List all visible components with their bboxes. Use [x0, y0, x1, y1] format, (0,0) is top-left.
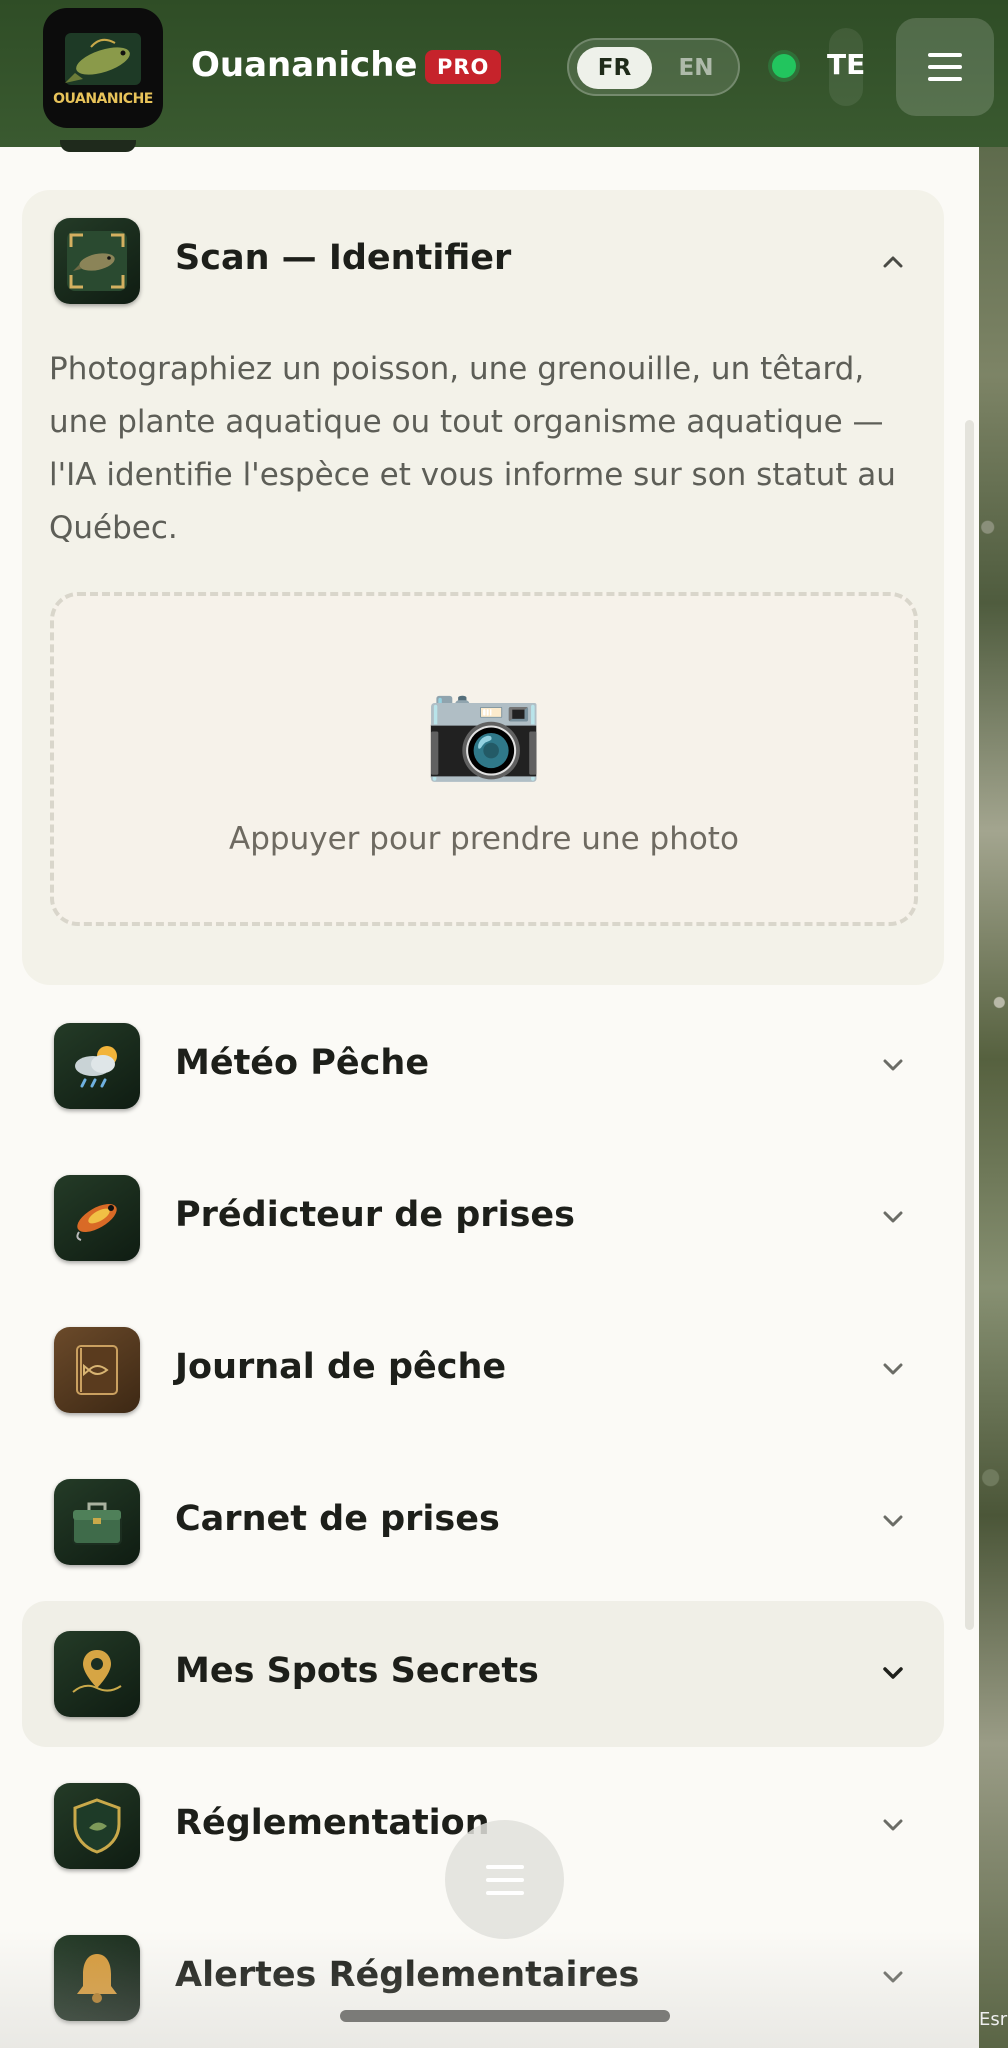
lang-option-fr[interactable]: FR: [577, 47, 652, 89]
hamburger-icon-bar: [485, 1890, 524, 1895]
menu-item-label: Alertes Réglementaires: [175, 1955, 640, 1995]
home-indicator[interactable]: [340, 2010, 670, 2022]
logo-wordmark: OUANANICHE: [53, 91, 153, 107]
hamburger-icon-bar: [928, 77, 962, 81]
lure-icon: [54, 1175, 140, 1261]
menu-item-label: Réglementation: [175, 1803, 490, 1843]
menu-item-label: Mes Spots Secrets: [175, 1651, 539, 1691]
dropzone-label: Appuyer pour prendre une photo: [229, 821, 739, 857]
menu-item-label: Météo Pêche: [175, 1043, 430, 1083]
weather-icon: [54, 1023, 140, 1109]
chevron-down-icon: [878, 1810, 908, 1840]
hamburger-icon-bar: [485, 1864, 524, 1869]
scan-title[interactable]: Scan — Identifier: [175, 238, 511, 278]
user-initials[interactable]: TE: [827, 48, 865, 81]
chevron-down-icon: [878, 1506, 908, 1536]
menu-item-label: Carnet de prises: [175, 1499, 500, 1539]
pro-badge: PRO: [425, 50, 502, 84]
tackle-box-icon: [54, 1479, 140, 1565]
fish-logo-icon: [65, 33, 141, 85]
chevron-down-icon: [878, 1202, 908, 1232]
previous-item-icon-peek: [60, 140, 136, 152]
hamburger-icon-bar: [928, 53, 962, 57]
app-title: Ouananiche: [191, 45, 418, 85]
floating-menu-button[interactable]: [445, 1820, 564, 1939]
menu-item-label: Journal de pêche: [175, 1347, 507, 1387]
journal-icon: [54, 1327, 140, 1413]
chevron-up-icon[interactable]: [878, 247, 908, 277]
map-attribution: Esri: [979, 2009, 1008, 2030]
panel-scrollbar[interactable]: [965, 420, 974, 1630]
satellite-map[interactable]: Esri: [979, 147, 1008, 2048]
chevron-down-icon: [878, 1658, 908, 1688]
shield-icon: [54, 1783, 140, 1869]
camera-icon: 📷: [424, 676, 544, 783]
online-status-dot: [772, 54, 796, 78]
chevron-down-icon: [878, 1050, 908, 1080]
app-header: OUANANICHE Ouananiche PRO FR EN TE: [0, 0, 1008, 147]
menu-item-label: Prédicteur de prises: [175, 1195, 575, 1235]
language-toggle[interactable]: FR EN: [567, 38, 740, 96]
bell-icon: [54, 1935, 140, 2021]
hamburger-icon-bar: [485, 1877, 524, 1882]
scan-icon: [54, 218, 140, 304]
chevron-down-icon: [878, 1962, 908, 1992]
map-pin-icon: [54, 1631, 140, 1717]
scan-description: Photographiez un poisson, une grenouille…: [49, 351, 896, 546]
chevron-down-icon: [878, 1354, 908, 1384]
hamburger-menu-button[interactable]: [896, 18, 994, 116]
lang-option-en[interactable]: EN: [661, 47, 731, 89]
hamburger-icon-bar: [928, 65, 962, 69]
app-logo[interactable]: OUANANICHE: [43, 8, 163, 128]
photo-capture-dropzone[interactable]: 📷 Appuyer pour prendre une photo: [50, 592, 918, 926]
